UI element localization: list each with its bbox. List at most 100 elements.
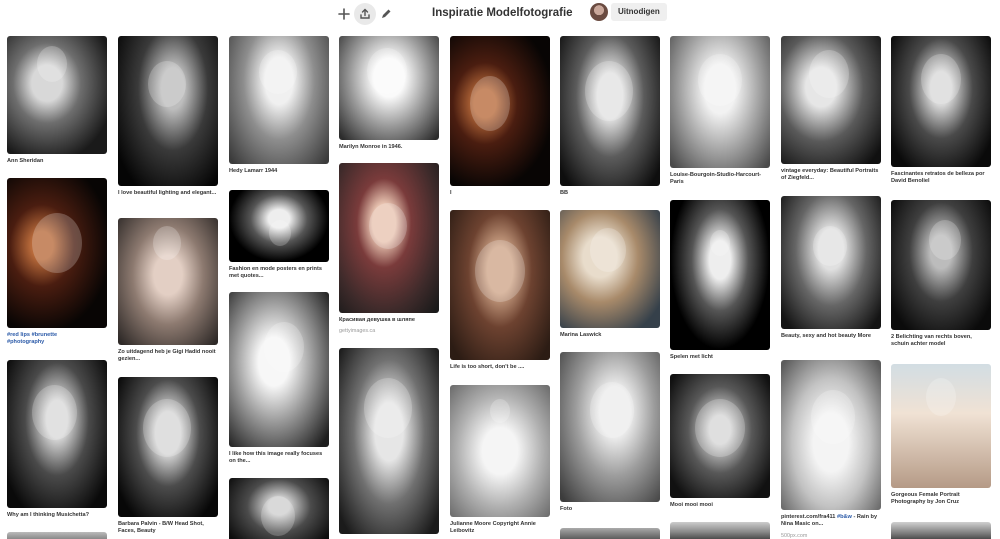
pin-card[interactable]: Fascinantes retratos de belleza por Davi… <box>891 36 991 186</box>
pin-card[interactable]: #red lips #brunette #photography <box>7 178 107 347</box>
pin-card[interactable] <box>891 522 991 539</box>
pin-card[interactable]: Foto <box>560 352 660 513</box>
pin-card[interactable]: pinterest.com/fra411 #b&w - Rain by Nina… <box>781 360 881 539</box>
pin-caption: Why am I thinking Musichetta? <box>7 512 90 518</box>
pin-image[interactable] <box>450 36 550 186</box>
plus-icon[interactable] <box>333 3 355 25</box>
pin-image[interactable] <box>781 196 881 329</box>
pin-image[interactable] <box>560 528 660 539</box>
pin-image[interactable] <box>7 532 107 539</box>
pin-card[interactable] <box>560 528 660 539</box>
pin-caption: I <box>450 190 452 196</box>
pin-card[interactable]: Fashion en mode posters en prints met qu… <box>229 190 329 281</box>
pin-caption: vintage everyday: Beautiful Portraits of… <box>781 168 879 182</box>
pin-image[interactable] <box>891 522 991 539</box>
pin-image[interactable] <box>229 36 329 164</box>
pin-image[interactable] <box>891 36 991 167</box>
pin-card[interactable] <box>7 532 107 539</box>
pin-card[interactable]: Why am I thinking Musichetta? <box>7 360 107 519</box>
pin-card[interactable]: Marina Laswick <box>560 210 660 339</box>
pin-caption: Beauty, sexy and hot beauty More <box>781 333 872 339</box>
pin-card[interactable]: I love beautiful lighting and elegant... <box>118 36 218 197</box>
pin-card[interactable]: Beauty, sexy and hot beauty More <box>781 196 881 340</box>
pin-image[interactable] <box>118 377 218 517</box>
pin-caption: Life is too short, don't be .... <box>450 364 525 370</box>
pin-card[interactable]: Louise-Bourgoin-Studio-Harcourt-Paris <box>670 36 770 187</box>
pin-card[interactable]: Gorgeous Female Portrait Photography by … <box>891 364 991 507</box>
pin-caption: Gorgeous Female Portrait Photography by … <box>891 492 960 506</box>
pin-card[interactable]: I <box>450 36 550 197</box>
pin-image[interactable] <box>450 385 550 517</box>
hashtag-link[interactable]: #b&w <box>837 514 852 520</box>
pin-card[interactable] <box>670 522 770 539</box>
board-title: Inspiratie Modelfotografie <box>432 7 573 19</box>
pin-image[interactable] <box>339 348 439 534</box>
pin-caption: Spelen met licht <box>670 354 713 360</box>
pin-card[interactable]: Barbara Palvin - B/W Head Shot, Faces, B… <box>118 377 218 536</box>
pin-image[interactable] <box>891 364 991 488</box>
avatar[interactable] <box>590 3 608 21</box>
pin-image[interactable] <box>891 200 991 330</box>
pin-image[interactable] <box>229 478 329 539</box>
pin-caption: pinterest.com/fra411 #b&w - Rain by Nina… <box>781 514 878 528</box>
pin-image[interactable] <box>7 178 107 328</box>
pin-card[interactable] <box>229 478 329 539</box>
pin-image[interactable] <box>670 200 770 350</box>
pin-caption: 2 Belichting van rechts boven, schuin ac… <box>891 334 972 348</box>
pin-image[interactable] <box>670 522 770 539</box>
pin-card[interactable]: Life is too short, don't be .... <box>450 210 550 371</box>
pin-caption: #red lips #brunette #photography <box>7 332 107 347</box>
pin-caption: Marina Laswick <box>560 332 602 338</box>
pin-card[interactable]: Красивая девушка в шляпе gettyimages.ca <box>339 163 439 334</box>
pin-caption: Foto <box>560 506 573 512</box>
pin-caption: Louise-Bourgoin-Studio-Harcourt-Paris <box>670 172 762 186</box>
pin-card[interactable]: BB <box>560 36 660 197</box>
pin-card[interactable]: Julianne Moore Copyright Annie Leibovitz <box>450 385 550 536</box>
pin-image[interactable] <box>560 352 660 502</box>
pin-image[interactable] <box>339 36 439 140</box>
pencil-icon[interactable] <box>375 3 397 25</box>
pin-image[interactable] <box>560 36 660 186</box>
pin-image[interactable] <box>7 360 107 508</box>
pin-card[interactable]: Zo uitdagend heb je Gigi Hadid nooit gez… <box>118 218 218 364</box>
pin-card[interactable]: 2 Belichting van rechts boven, schuin ac… <box>891 200 991 349</box>
pin-caption: Julianne Moore Copyright Annie Leibovitz <box>450 521 536 535</box>
pin-card[interactable]: Ann Sheridan <box>7 36 107 165</box>
pin-caption: I like how this image really focuses on … <box>229 451 323 465</box>
pin-image[interactable] <box>339 163 439 313</box>
pin-caption: Fascinantes retratos de belleza por Davi… <box>891 171 985 185</box>
invite-button[interactable]: Uitnodigen <box>611 3 667 21</box>
pin-source[interactable]: 500px.com <box>781 533 881 539</box>
board-toolbar: Inspiratie Modelfotografie Uitnodigen <box>0 0 1000 30</box>
pin-image[interactable] <box>118 218 218 345</box>
pin-caption: Marilyn Monroe in 1946. <box>339 144 403 150</box>
pin-image[interactable] <box>7 36 107 154</box>
share-icon[interactable] <box>354 3 376 25</box>
pin-image[interactable] <box>560 210 660 328</box>
pin-card[interactable]: Spelen met licht <box>670 200 770 361</box>
pin-caption: Hedy Lamarr 1944 <box>229 168 278 174</box>
pin-card[interactable]: I like how this image really focuses on … <box>229 292 329 466</box>
pin-image[interactable] <box>781 36 881 164</box>
hashtag-link[interactable]: #brunette <box>32 332 58 338</box>
hashtag-link[interactable]: #red lips <box>7 332 30 338</box>
pin-image[interactable] <box>670 374 770 498</box>
pin-image[interactable] <box>450 210 550 360</box>
hashtag-link[interactable]: #photography <box>7 339 44 345</box>
pin-caption: Barbara Palvin - B/W Head Shot, Faces, B… <box>118 521 204 535</box>
pin-caption: BB <box>560 190 569 196</box>
pin-card[interactable]: Mooi mooi mooi <box>670 374 770 509</box>
pin-image[interactable] <box>229 190 329 262</box>
pin-card[interactable]: vintage everyday: Beautiful Portraits of… <box>781 36 881 183</box>
pin-card[interactable]: Marilyn Monroe in 1946. <box>339 36 439 151</box>
pin-source[interactable]: gettyimages.ca <box>339 328 439 334</box>
pin-card[interactable]: Hedy Lamarr 1944 <box>229 36 329 175</box>
pin-caption: Mooi mooi mooi <box>670 502 713 508</box>
pin-image[interactable] <box>118 36 218 186</box>
pin-caption: Fashion en mode posters en prints met qu… <box>229 266 322 280</box>
pin-image[interactable] <box>229 292 329 447</box>
pin-image[interactable] <box>781 360 881 510</box>
pin-card[interactable] <box>339 348 439 534</box>
pin-caption: Красивая девушка в шляпе <box>339 317 415 323</box>
pin-image[interactable] <box>670 36 770 168</box>
